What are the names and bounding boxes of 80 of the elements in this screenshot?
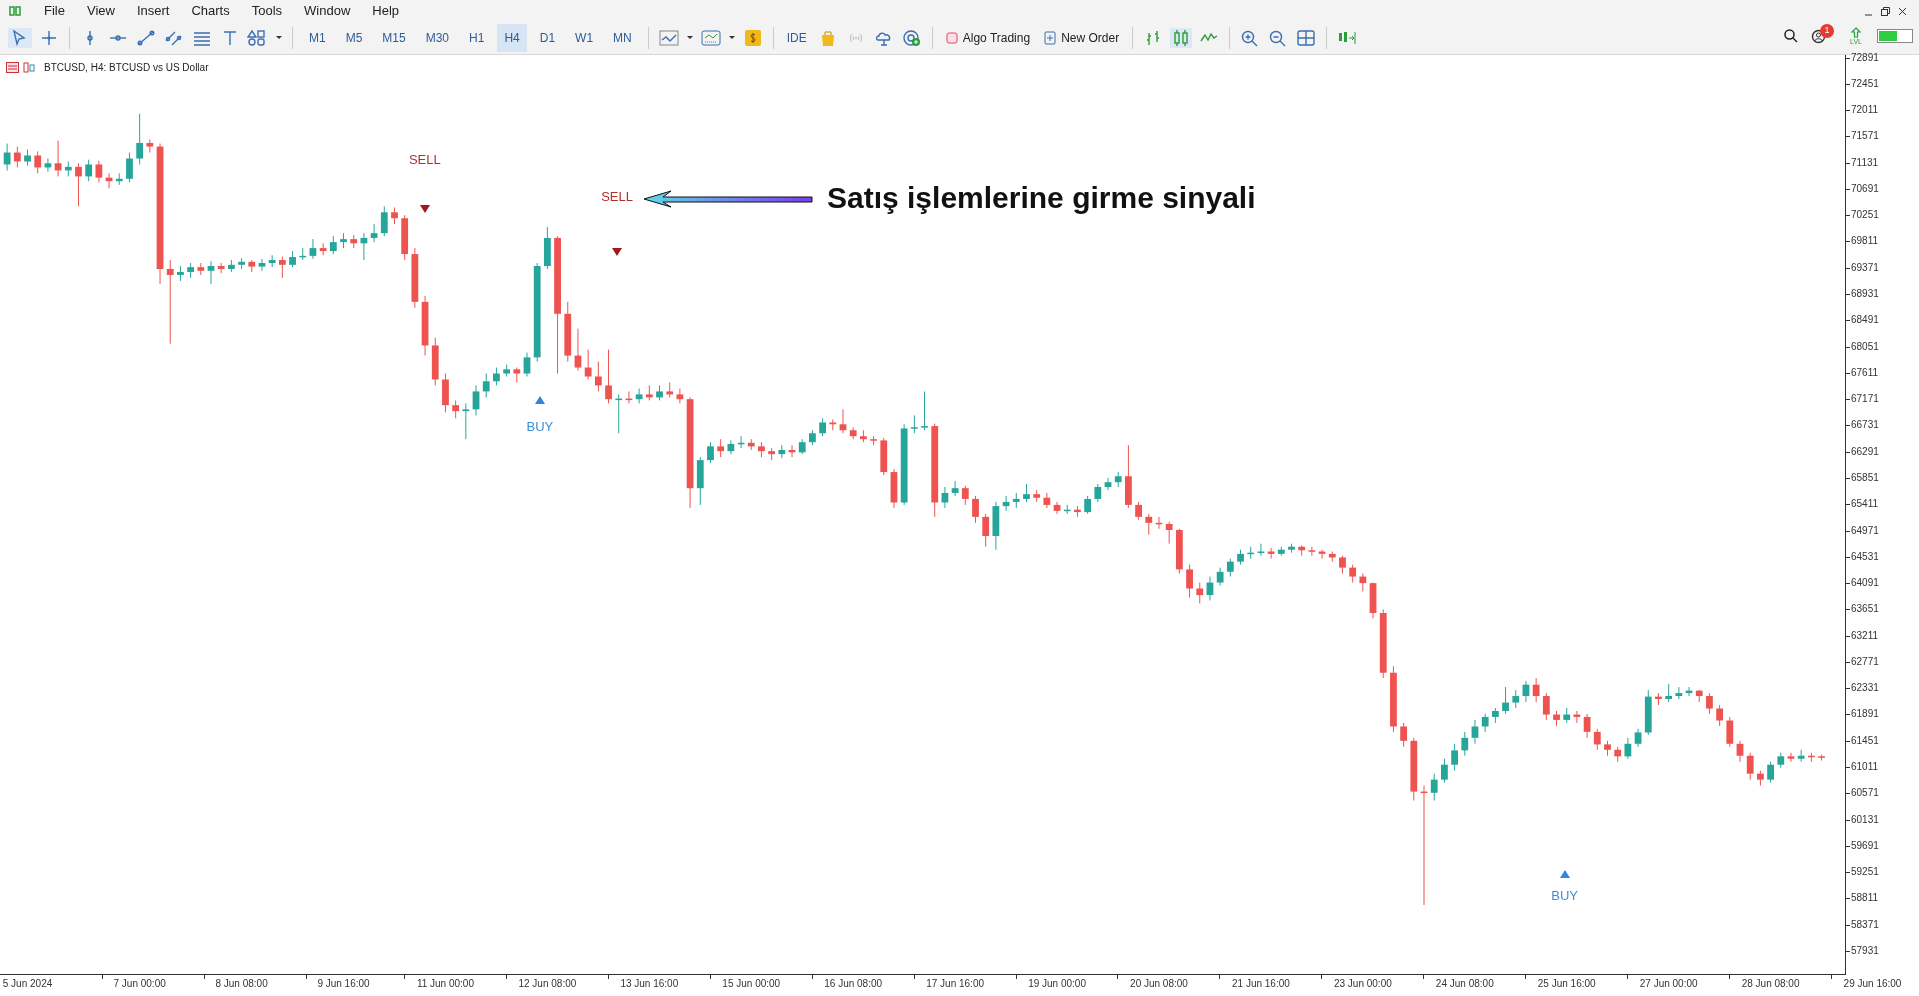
price-label: 71131 (1851, 156, 1879, 169)
price-label: 60131 (1851, 813, 1879, 826)
price-label: 68931 (1851, 288, 1879, 300)
time-label: 25 Jun 16:00 (1537, 978, 1596, 990)
price-label: 69811 (1851, 235, 1879, 248)
price-label: 71571 (1851, 130, 1879, 143)
time-label: 29 Jun 16:00 (1843, 978, 1902, 990)
time-label: 24 Jun 08:00 (1435, 978, 1494, 990)
price-label: 59251 (1851, 866, 1879, 879)
buy-signal-label: BUY (526, 420, 554, 435)
price-label: 59691 (1851, 839, 1879, 852)
sell-signal-label: SELL (408, 153, 441, 168)
menu-item[interactable]: View (86, 1, 115, 21)
sell-signal-label: SELL (601, 190, 633, 205)
timeframe-button[interactable]: M30 (418, 24, 457, 52)
price-label: 57931 (1851, 945, 1879, 957)
price-label: 66731 (1851, 419, 1879, 432)
price-label: 67171 (1851, 393, 1879, 406)
time-label: 28 Jun 08:00 (1741, 978, 1800, 990)
annotation-text: Satış işlemlerine girme sinyali (827, 181, 1256, 215)
time-label: 5 Jun 2024 (2, 978, 53, 990)
price-label: 70251 (1851, 209, 1879, 222)
price-label: 63651 (1851, 603, 1879, 616)
notification-badge: 1 (1820, 24, 1834, 38)
timeframe-button[interactable]: D1 (532, 24, 563, 52)
time-label: 13 Jun 16:00 (620, 978, 679, 990)
price-label: 62771 (1851, 655, 1879, 668)
menu-item[interactable]: Charts (191, 1, 230, 21)
new-order-button[interactable]: New Order (1040, 25, 1124, 51)
price-label: 63211 (1851, 629, 1879, 642)
time-label: 16 Jun 08:00 (824, 978, 883, 990)
price-label: 62331 (1851, 682, 1879, 695)
price-label: 64971 (1851, 524, 1879, 537)
menu-item[interactable]: Tools (251, 1, 283, 21)
timeframe-button[interactable]: W1 (568, 24, 601, 52)
time-label: 8 Jun 08:00 (215, 978, 268, 990)
time-label: 21 Jun 16:00 (1232, 978, 1290, 990)
price-label: 65411 (1851, 498, 1879, 511)
time-label: 15 Jun 00:00 (722, 978, 781, 990)
price-label: 68491 (1851, 314, 1879, 327)
buy-signal-label: BUY (1551, 889, 1578, 904)
price-label: 58371 (1851, 918, 1879, 931)
menu-item[interactable]: File (44, 1, 65, 21)
price-label: 67611 (1851, 366, 1879, 379)
price-label: 72451 (1851, 77, 1879, 90)
time-label: 9 Jun 16:00 (317, 978, 370, 990)
algo-trading-button[interactable]: Algo Trading (941, 25, 1035, 51)
timeframe-button[interactable]: MN (606, 24, 639, 52)
price-label: 65851 (1851, 471, 1879, 484)
price-label: 69371 (1851, 261, 1879, 274)
timeframe-button[interactable]: H4 (497, 24, 527, 52)
menu-item[interactable]: Window (304, 1, 351, 21)
ide-button[interactable]: IDE (782, 29, 811, 47)
chart-title: BTCUSD, H4: BTCUSD vs US Dollar (44, 61, 209, 75)
price-label: 66291 (1851, 445, 1879, 458)
price-label: 64091 (1851, 577, 1879, 590)
menu-item[interactable]: Insert (136, 1, 170, 21)
timeframe-button[interactable]: M1 (302, 24, 333, 52)
timeframe-button[interactable]: H1 (462, 24, 492, 52)
price-label: 72891 (1851, 51, 1879, 64)
price-label: 58811 (1851, 892, 1879, 905)
time-label: 12 Jun 08:00 (518, 978, 577, 990)
timeframe-button[interactable]: M15 (375, 24, 413, 52)
time-label: 23 Jun 00:00 (1333, 978, 1392, 990)
menu-item[interactable]: Help (372, 1, 400, 21)
price-label: 61891 (1851, 708, 1879, 721)
time-label: 19 Jun 00:00 (1028, 978, 1086, 990)
time-label: 17 Jun 16:00 (926, 978, 984, 990)
price-label: 61451 (1851, 734, 1879, 747)
price-label: 61011 (1851, 761, 1879, 774)
time-label: 11 Jun 00:00 (416, 978, 474, 990)
price-label: 70691 (1851, 182, 1879, 195)
time-label: 27 Jun 00:00 (1639, 978, 1698, 990)
time-label: 7 Jun 00:00 (113, 978, 166, 990)
price-label: 60571 (1851, 787, 1879, 800)
price-label: 72011 (1851, 104, 1879, 117)
time-label: 20 Jun 08:00 (1130, 978, 1188, 990)
timeframe-button[interactable]: M5 (338, 24, 370, 52)
price-label: 64531 (1851, 550, 1879, 563)
price-label: 68051 (1851, 340, 1879, 353)
